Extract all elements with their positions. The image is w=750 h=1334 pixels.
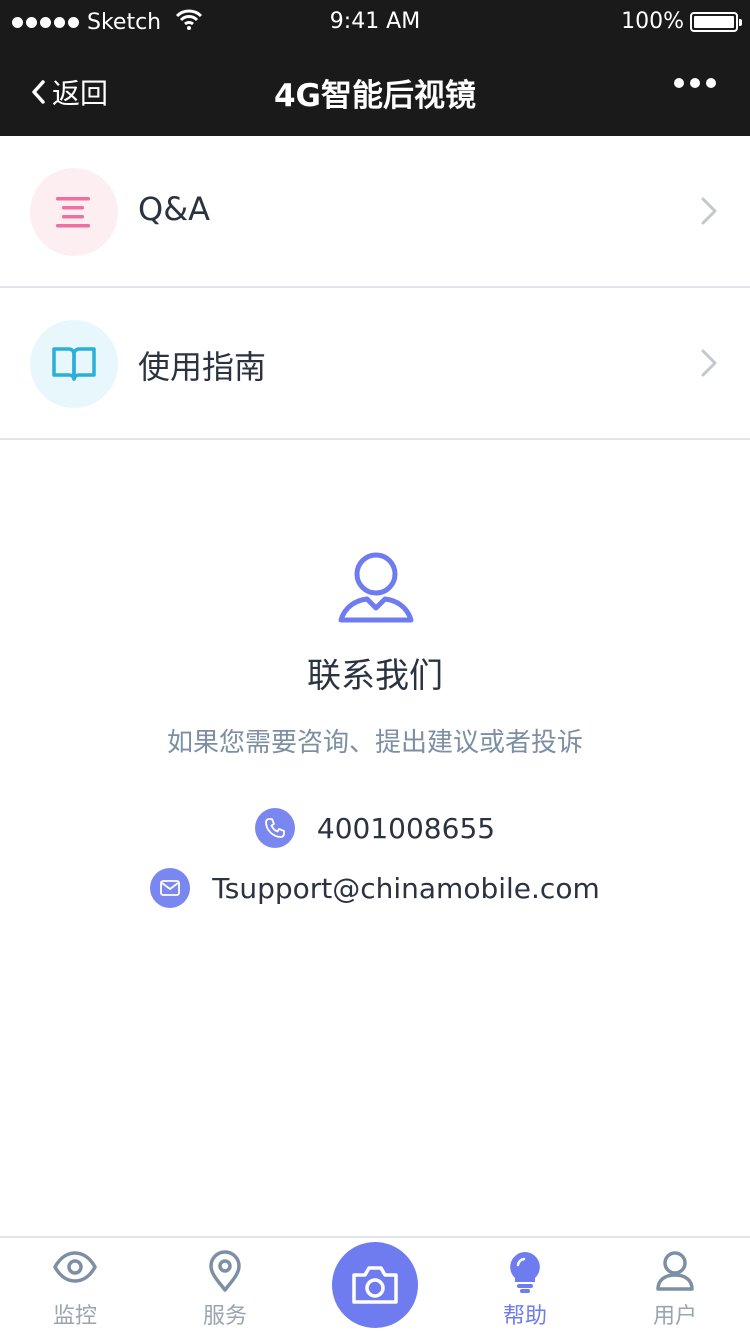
menu-item-label: Q&A xyxy=(138,190,211,228)
contact-person-icon xyxy=(338,552,414,623)
tab-label: 帮助 xyxy=(502,1304,547,1329)
tab-label: 服务 xyxy=(202,1304,247,1329)
menu-item-guide[interactable]: 使用指南 xyxy=(0,288,750,440)
qa-list-icon xyxy=(30,168,118,256)
location-pin-icon xyxy=(209,1250,241,1292)
book-icon xyxy=(30,320,118,408)
phone-icon xyxy=(254,808,295,848)
tab-label: 监控 xyxy=(52,1304,97,1329)
lightbulb-icon xyxy=(510,1252,540,1293)
contact-phone: 4001008655 xyxy=(316,811,496,845)
status-bar: Sketch 9:41 AM 100% xyxy=(0,0,750,44)
user-icon xyxy=(656,1251,694,1291)
tab-label: 用户 xyxy=(652,1304,697,1329)
battery-icon xyxy=(690,12,742,32)
battery-percentage: 100% xyxy=(621,9,684,34)
contact-phone-row[interactable]: 4001008655 xyxy=(0,808,750,848)
top-bar: Sketch 9:41 AM 100% 返回 4G智能后视镜 xyxy=(0,0,750,136)
chevron-right-icon xyxy=(701,349,717,377)
mail-icon xyxy=(150,868,191,908)
menu-item-qa[interactable]: Q&A xyxy=(0,136,750,288)
more-dots-icon[interactable] xyxy=(674,78,716,88)
contact-title: 联系我们 xyxy=(307,656,443,696)
tab-user[interactable]: 用户 xyxy=(600,1238,750,1334)
tab-help[interactable]: 帮助 xyxy=(450,1238,600,1334)
contact-subtitle: 如果您需要咨询、提出建议或者投诉 xyxy=(166,728,583,758)
menu-item-label: 使用指南 xyxy=(138,348,267,386)
contact-email-row[interactable]: Tsupport@chinamobile.com xyxy=(0,868,750,908)
chevron-right-icon xyxy=(701,197,717,225)
navigation-bar: 返回 4G智能后视镜 xyxy=(0,44,750,136)
camera-button[interactable] xyxy=(332,1242,418,1328)
eye-icon xyxy=(53,1251,97,1283)
tab-service[interactable]: 服务 xyxy=(150,1238,300,1334)
tab-monitor[interactable]: 监控 xyxy=(0,1238,150,1334)
contact-email: Tsupport@chinamobile.com xyxy=(212,871,600,905)
camera-icon xyxy=(352,1266,398,1304)
page-title: 4G智能后视镜 xyxy=(273,78,476,114)
